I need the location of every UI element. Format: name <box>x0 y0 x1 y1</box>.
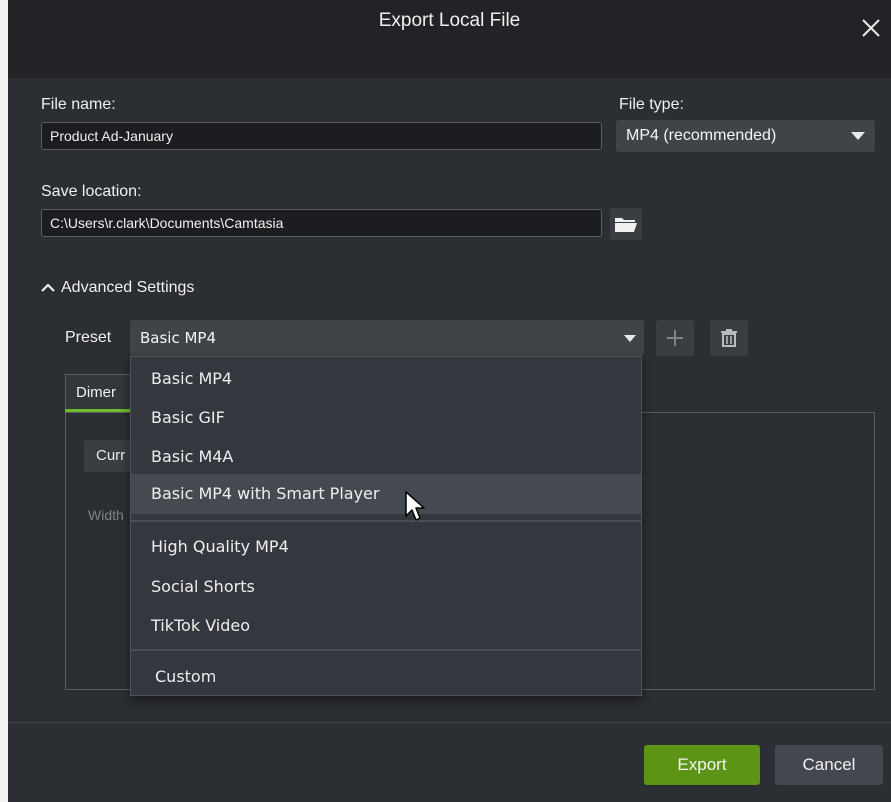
file-type-select[interactable]: MP4 (recommended) <box>616 120 875 152</box>
close-icon <box>862 19 880 37</box>
file-type-value: MP4 (recommended) <box>626 127 777 144</box>
preset-label: Preset <box>65 329 112 346</box>
delete-preset-button[interactable] <box>710 320 748 356</box>
export-dialog: Export Local File File name: File type: … <box>8 0 891 802</box>
browse-folder-button[interactable] <box>610 208 642 240</box>
chevron-down-icon <box>624 335 636 342</box>
preset-option-basic-mp4-smart-player[interactable]: Basic MP4 with Smart Player <box>131 474 641 514</box>
preset-option-high-quality-mp4[interactable]: High Quality MP4 <box>131 527 641 567</box>
trash-icon <box>721 329 737 347</box>
folder-icon <box>615 218 637 232</box>
file-name-label: File name: <box>41 96 116 113</box>
preset-option-social-shorts[interactable]: Social Shorts <box>131 567 641 607</box>
background-window-edge <box>0 0 8 802</box>
mouse-cursor-icon <box>405 491 425 521</box>
preset-value: Basic MP4 <box>140 329 217 347</box>
chevron-up-icon <box>41 283 55 292</box>
width-label: Width <box>88 507 124 523</box>
preset-option-basic-mp4[interactable]: Basic MP4 <box>131 359 641 399</box>
file-type-label: File type: <box>619 96 684 113</box>
footer-divider <box>8 722 891 723</box>
save-location-label: Save location: <box>41 183 142 200</box>
dialog-titlebar: Export Local File <box>8 0 891 78</box>
menu-divider <box>131 520 641 522</box>
preset-option-basic-m4a[interactable]: Basic M4A <box>131 437 641 477</box>
preset-dropdown-menu: Basic MP4 Basic GIF Basic M4A Basic MP4 … <box>130 356 642 696</box>
advanced-settings-toggle[interactable]: Advanced Settings <box>41 279 194 297</box>
preset-option-tiktok-video[interactable]: TikTok Video <box>131 606 641 646</box>
dialog-title: Export Local File <box>378 10 521 31</box>
file-name-input[interactable] <box>41 122 602 150</box>
save-location-input[interactable] <box>41 209 602 237</box>
add-preset-button[interactable] <box>656 320 694 356</box>
cancel-button[interactable]: Cancel <box>775 745 883 785</box>
preset-option-custom[interactable]: Custom <box>131 657 641 697</box>
preset-option-basic-gif[interactable]: Basic GIF <box>131 398 641 438</box>
close-button[interactable] <box>857 14 885 42</box>
chevron-down-icon <box>851 132 865 140</box>
advanced-settings-label: Advanced Settings <box>61 279 195 296</box>
export-button[interactable]: Export <box>644 745 760 785</box>
plus-icon <box>667 330 683 346</box>
menu-divider <box>131 649 641 651</box>
preset-select[interactable]: Basic MP4 <box>130 320 644 356</box>
tab-dimensions-label: Dimer <box>76 384 116 401</box>
